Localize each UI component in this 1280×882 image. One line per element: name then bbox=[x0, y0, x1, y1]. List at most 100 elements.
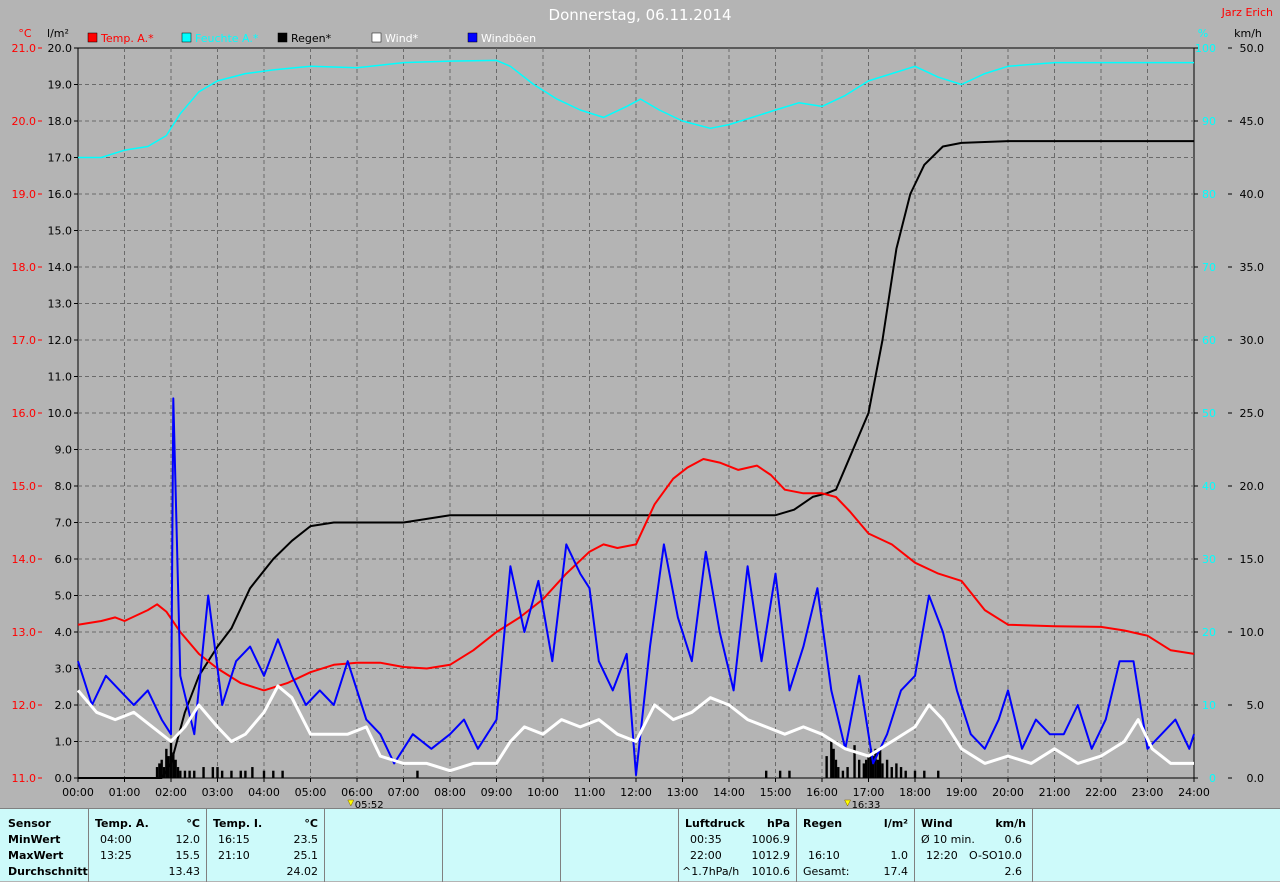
rain-tick-label: 10.0 bbox=[48, 407, 73, 420]
pressure-unit: hPa bbox=[766, 817, 790, 830]
temp-i-max: 25.1 bbox=[293, 849, 319, 862]
x-tick-label: 24:00 bbox=[1178, 786, 1210, 799]
humidity-tick-label: 80 bbox=[1202, 188, 1216, 201]
rain-tick-label: 7.0 bbox=[55, 517, 73, 530]
x-tick-label: 01:00 bbox=[109, 786, 141, 799]
rain-tick-label: 3.0 bbox=[55, 663, 73, 676]
humidity-tick-label: 20 bbox=[1202, 626, 1216, 639]
rain-total-label: Gesamt: bbox=[803, 865, 850, 878]
pressure-header: Luftdruck bbox=[685, 817, 745, 830]
temp-i-avg: 24.02 bbox=[286, 865, 319, 878]
pressure-min: 1006.9 bbox=[751, 833, 791, 846]
x-tick-label: 12:00 bbox=[620, 786, 652, 799]
x-tick-label: 19:00 bbox=[946, 786, 978, 799]
rain-bar bbox=[864, 759, 868, 778]
rain-bar bbox=[788, 770, 791, 778]
rain-bar bbox=[834, 759, 838, 778]
rain-tick-label: 8.0 bbox=[55, 480, 73, 493]
rain-tick-label: 13.0 bbox=[48, 298, 73, 311]
temp-i-min: 23.5 bbox=[293, 833, 319, 846]
x-tick-label: 18:00 bbox=[899, 786, 931, 799]
rain-bar bbox=[239, 770, 242, 778]
legend-swatch bbox=[181, 32, 192, 43]
wind-tick-label: 20.0 bbox=[1240, 480, 1265, 493]
rain-bar bbox=[837, 767, 840, 778]
x-tick-label: 17:00 bbox=[853, 786, 885, 799]
rain-bar bbox=[825, 756, 828, 778]
rain-tick-label: 19.0 bbox=[48, 79, 73, 92]
rain-bar bbox=[923, 770, 926, 778]
x-tick-label: 04:00 bbox=[248, 786, 280, 799]
humidity-tick-label: 50 bbox=[1202, 407, 1216, 420]
rain-bar bbox=[830, 741, 833, 778]
wind-min-label: Ø 10 min. bbox=[921, 833, 975, 846]
humidity-tick-label: 0 bbox=[1209, 772, 1216, 785]
sunset-time: 16:33 bbox=[852, 800, 881, 808]
x-tick-label: 02:00 bbox=[155, 786, 187, 799]
legend-label: Wind* bbox=[385, 32, 419, 45]
humidity-tick-label: 40 bbox=[1202, 480, 1216, 493]
wind-tick-label: 15.0 bbox=[1240, 553, 1265, 566]
x-tick-label: 00:00 bbox=[62, 786, 94, 799]
temp-axis-unit: °C bbox=[18, 27, 32, 40]
rain-bar bbox=[158, 763, 161, 778]
legend-label: Regen* bbox=[291, 32, 332, 45]
rain-bar bbox=[416, 770, 419, 778]
rain-bar bbox=[904, 770, 907, 778]
rain-tick-label: 0.0 bbox=[55, 772, 73, 785]
x-tick-label: 06:00 bbox=[341, 786, 373, 799]
temp-a-max: 15.5 bbox=[175, 849, 201, 862]
rain-tick-label: 15.0 bbox=[48, 225, 73, 238]
rain-bar bbox=[841, 770, 845, 778]
legend-swatch bbox=[277, 32, 288, 43]
legend-label: Temp. A.* bbox=[100, 32, 154, 45]
wind-tick-label: 40.0 bbox=[1240, 188, 1265, 201]
rain-bar bbox=[899, 767, 903, 778]
temp-a-min-time: 04:00 bbox=[100, 833, 132, 846]
chart-legend: Temp. A.* Feuchte A.* Regen* Wind* Windböen bbox=[87, 32, 536, 45]
legend-label: Feuchte A.* bbox=[195, 32, 259, 45]
rain-bar bbox=[251, 767, 254, 778]
rain-bar bbox=[867, 756, 870, 778]
temp-a-min: 12.0 bbox=[175, 833, 201, 846]
temp-tick-label: 13.0 bbox=[12, 626, 37, 639]
x-tick-label: 11:00 bbox=[574, 786, 606, 799]
rain-bar bbox=[890, 767, 893, 778]
rain-tick-label: 2.0 bbox=[55, 699, 73, 712]
wind-tick-label: 45.0 bbox=[1240, 115, 1265, 128]
rain-tick-label: 9.0 bbox=[55, 444, 73, 457]
chart-grid bbox=[77, 47, 1195, 779]
sunset-icon bbox=[844, 799, 851, 807]
x-tick-label: 14:00 bbox=[713, 786, 745, 799]
temp-tick-label: 19.0 bbox=[12, 188, 37, 201]
x-tick-label: 21:00 bbox=[1039, 786, 1071, 799]
wind-axis-unit: km/h bbox=[1234, 27, 1262, 40]
x-tick-label: 08:00 bbox=[434, 786, 466, 799]
rain-bar bbox=[183, 770, 187, 778]
x-tick-label: 09:00 bbox=[481, 786, 513, 799]
pressure-max-time: 22:00 bbox=[690, 849, 722, 862]
temp-i-header: Temp. I. bbox=[213, 817, 263, 830]
rain-tick-label: 14.0 bbox=[48, 261, 73, 274]
rain-max-time: 16:10 bbox=[808, 849, 840, 862]
rain-axis-unit: l/m² bbox=[47, 27, 69, 40]
sun-markers: 05:52 16:33 bbox=[347, 799, 881, 808]
humidity-tick-label: 30 bbox=[1202, 553, 1216, 566]
row-label-avg: Durchschnitt bbox=[8, 865, 88, 878]
rain-bar bbox=[272, 770, 275, 778]
rain-max: 1.0 bbox=[890, 849, 909, 862]
rain-bar bbox=[179, 770, 182, 778]
rain-bar bbox=[216, 767, 219, 778]
rain-bar bbox=[858, 759, 861, 778]
row-label-min: MinWert bbox=[8, 833, 61, 846]
sunrise-time: 05:52 bbox=[355, 800, 384, 808]
wind-tick-label: 0.0 bbox=[1247, 772, 1265, 785]
temp-i-unit: °C bbox=[304, 817, 318, 830]
rain-bar bbox=[202, 767, 205, 778]
rain-bar bbox=[188, 770, 191, 778]
temp-a-unit: °C bbox=[186, 817, 200, 830]
legend-swatch bbox=[467, 32, 478, 43]
rain-bar bbox=[778, 770, 782, 778]
sunrise-icon bbox=[347, 799, 355, 807]
rain-bar bbox=[176, 767, 180, 778]
